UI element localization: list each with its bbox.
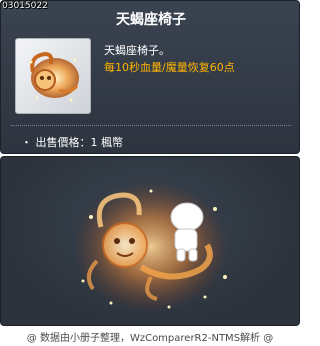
footer-credit: @ 数据由小册子整理，WzComparerR2-NTMS解析 @ xyxy=(26,333,274,344)
item-id: 03015022 xyxy=(2,1,48,11)
recovery-effect-text: 每10秒血量/魔量恢复60点 xyxy=(104,61,235,74)
scorpion-chair-icon xyxy=(29,51,79,102)
divider xyxy=(11,125,291,126)
item-description: 天蝎座椅子。 每10秒血量/魔量恢复60点 xyxy=(104,42,235,76)
scorpion-chair-preview xyxy=(73,181,229,313)
item-tooltip-card: 天蝎座椅子 天蝎座椅子。 每10秒血量/魔量恢复60点 ・ 出售價格：1 楓幣 xyxy=(0,0,300,154)
item-icon-frame xyxy=(15,38,91,114)
chair-preview-panel xyxy=(0,156,300,326)
description-text: 天蝎座椅子。 xyxy=(104,44,170,57)
sell-price: ・ 出售價格：1 楓幣 xyxy=(21,136,123,149)
item-title: 天蝎座椅子 xyxy=(116,12,186,28)
